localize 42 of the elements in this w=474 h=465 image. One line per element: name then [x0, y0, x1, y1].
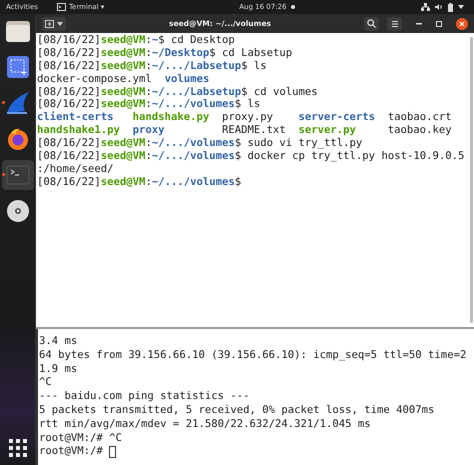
terminal-line: [08/16/22]seed@VM:~/.../volumes$ sudo vi try_ttl.py: [37, 137, 364, 150]
caret-icon[interactable]: [458, 5, 464, 9]
terminal-line: ^C: [39, 376, 52, 390]
terminal-line: 3.4 ms: [39, 335, 78, 349]
terminal-line: [08/16/22]seed@VM:~/.../volumes$ docker cp try_ttl.py host-10.9.0.5: [37, 150, 466, 163]
notification-dot-icon: [291, 5, 296, 9]
terminal-line: [08/16/22]seed@VM:~/.../volumes$: [37, 176, 242, 189]
search-button[interactable]: [364, 16, 379, 30]
terminal-line: root@VM:/# ^C: [39, 432, 122, 446]
terminal-line: handshake1.py proxy README.txt server.py taobao.key: [37, 124, 453, 138]
terminal-line: [08/16/22]seed@VM:~/.../Labsetup$ ls: [37, 60, 268, 73]
terminal-line: [08/16/22]seed@VM:~$ cd Desktop: [37, 34, 236, 47]
app-grid-icon[interactable]: [8, 439, 26, 457]
search-icon: [367, 19, 376, 28]
plus-icon: [45, 20, 54, 28]
terminal-line: --- baidu.com ping statistics ---: [39, 390, 250, 404]
minimize-icon[interactable]: [416, 22, 422, 24]
terminal-line: 5 packets transmitted, 5 received, 0% packet loss, time 4007ms: [39, 404, 434, 418]
caret-icon: [57, 22, 63, 26]
new-tab-button[interactable]: [42, 16, 66, 30]
terminal-line: docker-compose.yml volumes: [37, 72, 210, 86]
battery-icon[interactable]: [448, 2, 453, 12]
maximize-icon[interactable]: [436, 20, 442, 26]
terminal-line: client-certs handshake.py proxy.py server-certs taobao.crt: [37, 111, 453, 124]
terminal-icon: [56, 3, 66, 11]
menu-button[interactable]: [387, 16, 402, 30]
terminal-panel[interactable]: [36, 329, 474, 465]
close-icon[interactable]: [456, 18, 468, 30]
menu-icon: [390, 20, 398, 28]
terminal-line: [08/16/22]seed@VM:~/Desktop$ cd Labsetup: [37, 46, 294, 60]
terminal-line: rtt min/avg/max/mdev = 21.580/22.632/24.321/1.045 ms: [39, 418, 371, 432]
volume-icon[interactable]: [435, 3, 443, 11]
dock-terminal-launcher[interactable]: [2, 160, 34, 190]
terminal-line: 64 bytes from 39.156.66.10 (39.156.66.10): icmp_seq=5 ttl=50 time=2: [39, 348, 466, 363]
scrollbar[interactable]: [470, 37, 473, 323]
terminal-line: :/home/seed/: [37, 162, 115, 176]
network-icon[interactable]: [421, 3, 430, 11]
terminal-cursor: [109, 446, 116, 458]
terminal-line: [08/16/22]seed@VM:~/.../volumes$ ls: [37, 98, 262, 111]
terminal-line: 1.9 ms: [39, 362, 78, 376]
terminal-line: [08/16/22]seed@VM:~/.../Labsetup$ cd volumes: [37, 86, 319, 98]
terminal-line: root@VM:/#: [39, 445, 104, 460]
